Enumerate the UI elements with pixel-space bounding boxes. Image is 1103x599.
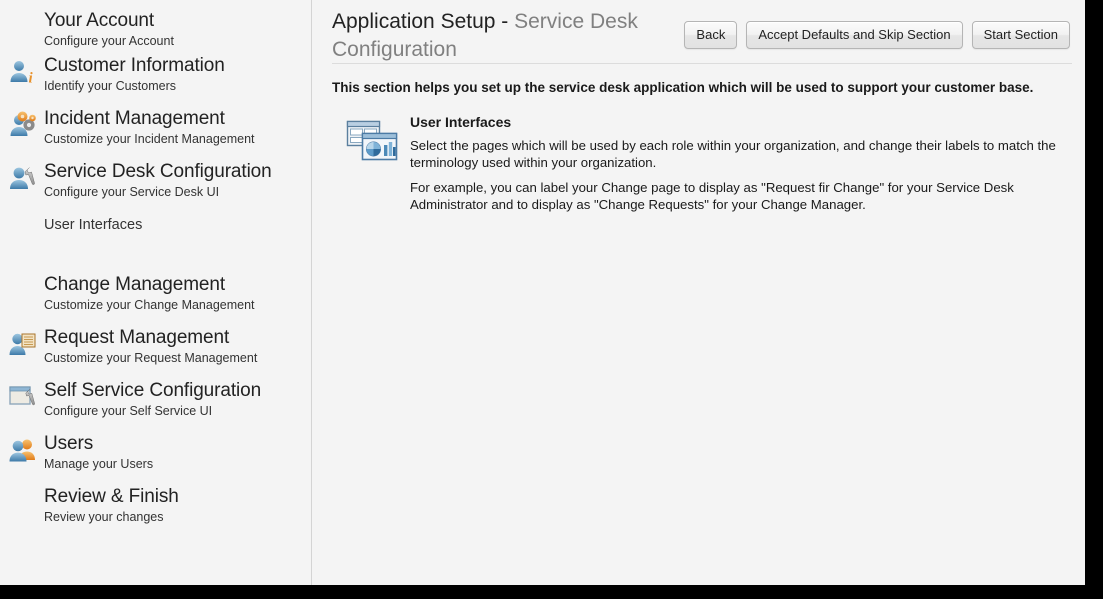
sidebar-item-title: Customer Information: [44, 55, 225, 76]
sidebar-item-request-management[interactable]: Request Management Customize your Reques…: [0, 327, 311, 366]
sidebar-item-title: Self Service Configuration: [44, 380, 262, 401]
person-document-icon: [8, 329, 38, 359]
section-heading: User Interfaces: [410, 114, 512, 130]
sidebar-item-subtitle: Review your changes: [44, 510, 164, 524]
section-paragraph-1: Select the pages which will be used by e…: [410, 138, 1056, 170]
sidebar-item-title: Review & Finish: [44, 486, 179, 507]
bottom-gutter: [0, 585, 1103, 599]
sidebar-item-subtitle: Configure your Account: [44, 34, 174, 48]
sidebar-item-subtitle: Manage your Users: [44, 457, 154, 471]
user-interfaces-icon: [346, 119, 400, 163]
sidebar-item-title: Service Desk Configuration: [44, 161, 272, 182]
section-paragraph-2: For example, you can label your Change p…: [410, 180, 1014, 212]
title-divider: [332, 63, 1072, 64]
sidebar-item-your-account[interactable]: Your Account Configure your Account: [0, 10, 311, 49]
person-wrench-icon: [8, 163, 38, 193]
user-interfaces-section: User Interfaces Select the pages which w…: [332, 113, 1072, 222]
sidebar-item-title: Incident Management: [44, 108, 225, 129]
right-gutter: [1085, 0, 1103, 599]
sidebar-item-service-desk-configuration[interactable]: Service Desk Configuration Configure you…: [0, 161, 311, 200]
sidebar-item-subtitle: Configure your Self Service UI: [44, 404, 213, 418]
sidebar-item-subtitle: Configure your Service Desk UI: [44, 185, 220, 199]
window-wrench-icon: [8, 382, 38, 412]
sidebar-item-subtitle: Customize your Incident Management: [44, 132, 255, 146]
sidebar-item-subtitle: Identify your Customers: [44, 79, 176, 93]
main-content: Application Setup - Service Desk Configu…: [313, 0, 1085, 585]
sidebar-item-self-service-configuration[interactable]: Self Service Configuration Configure you…: [0, 380, 311, 419]
section-intro-text: This section helps you set up the servic…: [332, 80, 1034, 95]
sidebar-item-incident-management[interactable]: Incident Management Customize your Incid…: [0, 108, 311, 147]
person-info-icon: i: [8, 57, 38, 87]
header-toolbar: Back Accept Defaults and Skip Section St…: [684, 21, 1070, 49]
two-people-icon: [8, 435, 38, 465]
sidebar-item-change-management[interactable]: Change Management Customize your Change …: [0, 274, 311, 313]
sidebar-item-subtitle: Customize your Request Management: [44, 351, 258, 365]
sidebar-navigation: Your Account Configure your Account i Cu…: [0, 0, 312, 585]
sidebar-item-review-and-finish[interactable]: Review & Finish Review your changes: [0, 486, 311, 525]
accept-defaults-skip-section-button[interactable]: Accept Defaults and Skip Section: [746, 21, 963, 49]
start-section-button[interactable]: Start Section: [971, 21, 1070, 49]
svg-text:i: i: [29, 71, 34, 87]
person-gears-icon: [8, 110, 38, 140]
sidebar-item-users[interactable]: Users Manage your Users: [0, 433, 311, 472]
sidebar-item-title: Change Management: [44, 274, 226, 295]
sidebar-item-subtitle: Customize your Change Management: [44, 298, 255, 312]
page-title-primary: Application Setup -: [332, 10, 515, 33]
application-window: Your Account Configure your Account i Cu…: [0, 0, 1085, 585]
back-button[interactable]: Back: [684, 21, 738, 49]
sidebar-item-customer-information[interactable]: i Customer Information Identify your Cus…: [0, 55, 311, 94]
sidebar-item-title: Your Account: [44, 10, 155, 31]
sidebar-subitem-user-interfaces[interactable]: User Interfaces: [0, 217, 311, 233]
sidebar-item-title: Request Management: [44, 327, 230, 348]
user-interfaces-body: User Interfaces Select the pages which w…: [332, 113, 1072, 213]
page-title: Application Setup - Service Desk Configu…: [332, 8, 692, 64]
sidebar-item-title: Users: [44, 433, 94, 454]
